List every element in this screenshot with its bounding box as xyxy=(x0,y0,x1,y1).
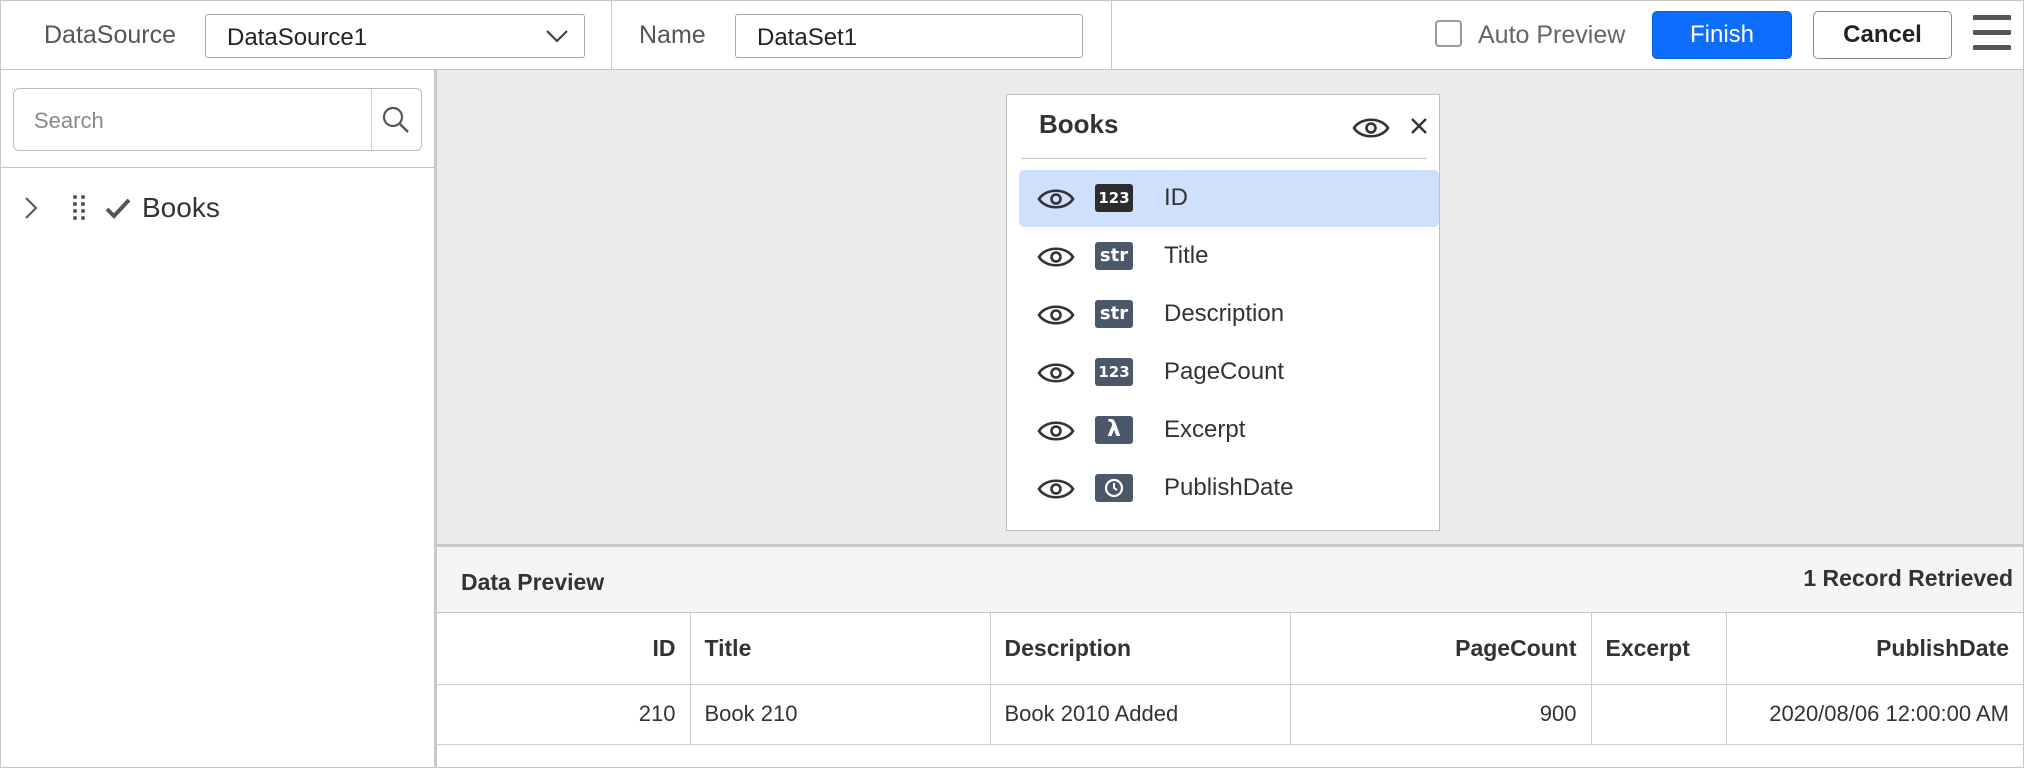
eye-icon[interactable] xyxy=(1037,243,1075,271)
table-cell xyxy=(1591,684,1727,745)
field-name: Description xyxy=(1164,300,1285,327)
string-type-icon: str xyxy=(1095,300,1133,328)
field-name: Excerpt xyxy=(1164,416,1246,443)
column-header[interactable]: ID xyxy=(437,613,691,685)
name-label: Name xyxy=(639,21,706,49)
finish-button[interactable]: Finish xyxy=(1652,11,1792,59)
cancel-button[interactable]: Cancel xyxy=(1813,11,1952,59)
datasource-dropdown[interactable]: DataSource1 xyxy=(205,14,585,58)
lambda-type-icon: λ xyxy=(1095,416,1133,444)
column-header[interactable]: Description xyxy=(990,613,1291,685)
hamburger-menu-icon[interactable] xyxy=(1973,15,2011,51)
eye-icon[interactable] xyxy=(1037,475,1075,503)
search-divider xyxy=(371,89,372,150)
table-row[interactable]: 210 Book 210 Book 2010 Added 900 2020/08… xyxy=(437,684,2023,745)
field-row-pagecount[interactable]: 123 PageCount xyxy=(1019,344,1439,401)
dataset-name-value: DataSet1 xyxy=(757,24,858,51)
field-row-title[interactable]: str Title xyxy=(1019,228,1439,285)
table-card-books[interactable]: Books 123 ID str Title str Description 1… xyxy=(1006,94,1440,531)
close-icon[interactable] xyxy=(1410,117,1428,135)
field-name: ID xyxy=(1164,184,1188,211)
string-type-icon: str xyxy=(1095,242,1133,270)
chevron-down-icon xyxy=(546,30,568,43)
table-cell: 210 xyxy=(437,684,691,745)
tree-item-books[interactable]: Books xyxy=(1,186,435,230)
clock-icon xyxy=(1104,478,1124,498)
eye-icon[interactable] xyxy=(1037,301,1075,329)
data-preview-panel: Data Preview 1 Record Retrieved ID Title… xyxy=(437,544,2024,768)
datasource-label: DataSource xyxy=(44,21,177,49)
auto-preview-label: Auto Preview xyxy=(1478,21,1626,49)
eye-icon[interactable] xyxy=(1037,417,1075,445)
column-header[interactable]: PublishDate xyxy=(1726,613,2023,685)
table-card-divider xyxy=(1021,158,1427,159)
panel-divider xyxy=(1,167,435,168)
table-cell: Book 210 xyxy=(690,684,991,745)
field-row-publishdate[interactable]: PublishDate xyxy=(1019,460,1439,517)
toolbar: DataSource DataSource1 Name DataSet1 Aut… xyxy=(0,0,2024,70)
search-icon[interactable] xyxy=(380,104,412,136)
data-preview-grid: ID Title Description PageCount Excerpt P… xyxy=(437,613,2023,745)
dataset-name-input[interactable]: DataSet1 xyxy=(735,14,1083,58)
number-type-icon: 123 xyxy=(1095,358,1133,386)
chevron-right-icon[interactable] xyxy=(21,196,41,220)
table-card-title: Books xyxy=(1039,109,1119,139)
auto-preview-checkbox[interactable] xyxy=(1435,20,1462,47)
drag-handle-icon[interactable] xyxy=(71,194,87,220)
number-type-icon: 123 xyxy=(1095,184,1133,212)
eye-icon[interactable] xyxy=(1352,113,1390,143)
date-type-icon xyxy=(1095,474,1133,502)
column-header[interactable]: Excerpt xyxy=(1591,613,1727,685)
datasource-value: DataSource1 xyxy=(227,24,368,51)
field-name: PageCount xyxy=(1164,358,1285,385)
column-header[interactable]: Title xyxy=(690,613,991,685)
eye-icon[interactable] xyxy=(1037,185,1075,213)
grid-header-row: ID Title Description PageCount Excerpt P… xyxy=(437,613,2023,685)
eye-icon[interactable] xyxy=(1037,359,1075,387)
column-header[interactable]: PageCount xyxy=(1290,613,1592,685)
table-cell: 2020/08/06 12:00:00 AM xyxy=(1726,684,2023,745)
data-preview-header: Data Preview 1 Record Retrieved xyxy=(437,547,2023,613)
field-name: PublishDate xyxy=(1164,474,1294,501)
tree-item-label: Books xyxy=(142,192,220,223)
checkmark-icon xyxy=(105,198,131,219)
field-name: Title xyxy=(1164,242,1209,269)
table-cell: 900 xyxy=(1290,684,1592,745)
field-row-id[interactable]: 123 ID xyxy=(1019,170,1439,227)
data-preview-title: Data Preview xyxy=(461,569,605,595)
toolbar-divider xyxy=(1111,1,1112,70)
schema-panel: Search Books xyxy=(0,70,437,768)
toolbar-divider xyxy=(611,1,612,70)
search-input[interactable]: Search xyxy=(13,88,422,151)
search-placeholder: Search xyxy=(34,108,104,133)
design-canvas: Books 123 ID str Title str Description 1… xyxy=(437,70,2024,544)
field-row-excerpt[interactable]: λ Excerpt xyxy=(1019,402,1439,459)
table-cell: Book 2010 Added xyxy=(990,684,1291,745)
field-row-description[interactable]: str Description xyxy=(1019,286,1439,343)
record-count: 1 Record Retrieved xyxy=(1803,565,2013,591)
